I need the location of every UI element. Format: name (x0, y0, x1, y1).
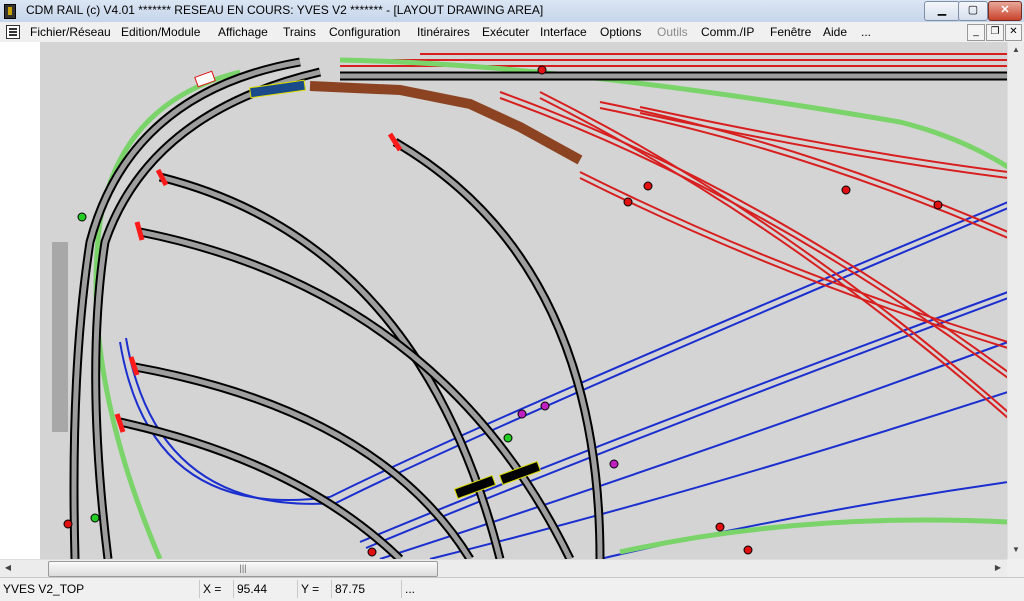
menu-more[interactable]: ... (861, 25, 871, 39)
menu-fenetre[interactable]: Fenêtre (770, 25, 811, 39)
signal-red-2 (623, 197, 633, 207)
close-button[interactable]: ✕ (988, 1, 1022, 21)
horizontal-scrollbar[interactable]: ◀ ||| ▶ (0, 559, 1007, 577)
menu-outils[interactable]: Outils (657, 25, 688, 39)
signal-green-1 (77, 212, 87, 222)
signal-red-8 (367, 547, 377, 557)
menu-trains[interactable]: Trains (283, 25, 316, 39)
menu-itineraires[interactable]: Itinéraires (417, 25, 470, 39)
maximize-button[interactable]: ▢ (958, 1, 988, 21)
signal-green-3 (90, 513, 100, 523)
mdi-close-button[interactable]: ✕ (1005, 24, 1022, 41)
scroll-left-button[interactable]: ◀ (0, 560, 16, 576)
train-5 (52, 242, 68, 432)
signal-red-3 (643, 181, 653, 191)
status-y-value: 87.75 (332, 580, 402, 598)
window-title: CDM RAIL (c) V4.01 ******* RESEAU EN COU… (26, 3, 544, 17)
vertical-scrollbar[interactable]: ▲ ▼ (1007, 42, 1024, 559)
canvas-left-margin (0, 42, 40, 559)
signal-red-4 (841, 185, 851, 195)
horizontal-scroll-thumb[interactable]: ||| (48, 561, 438, 577)
signal-red-7 (743, 545, 753, 555)
menu-edition[interactable]: Edition/Module (121, 25, 200, 39)
scroll-up-button[interactable]: ▲ (1008, 42, 1024, 58)
status-x-label: X = (200, 580, 234, 598)
scroll-right-button[interactable]: ▶ (990, 560, 1006, 576)
menu-aide[interactable]: Aide (823, 25, 847, 39)
title-bar: CDM RAIL (c) V4.01 ******* RESEAU EN COU… (0, 0, 1024, 23)
menu-configuration[interactable]: Configuration (329, 25, 400, 39)
signal-red-5 (933, 200, 943, 210)
signal-red-1 (63, 519, 73, 529)
menu-fichier[interactable]: Fichier/Réseau (30, 25, 111, 39)
menu-affichage[interactable]: Affichage (218, 25, 268, 39)
menu-bar: Fichier/Réseau Edition/Module Affichage … (0, 22, 1024, 43)
status-extra: ... (405, 582, 416, 596)
mdi-restore-button[interactable]: ❐ (986, 24, 1004, 41)
menu-interface[interactable]: Interface (540, 25, 587, 39)
status-layout-name: YVES V2_TOP (0, 580, 200, 598)
menu-comm-ip[interactable]: Comm./IP (701, 25, 754, 39)
mdi-minimize-button[interactable]: _ (967, 24, 985, 41)
signal-green-2 (503, 433, 513, 443)
app-icon[interactable] (4, 4, 16, 19)
signal-purple-2 (540, 401, 550, 411)
status-x-value: 95.44 (234, 580, 298, 598)
minimize-button[interactable]: ▁ (924, 1, 960, 21)
layout-drawing-area[interactable] (0, 42, 1008, 559)
scroll-down-button[interactable]: ▼ (1008, 542, 1024, 558)
status-y-label: Y = (298, 580, 332, 598)
status-bar: YVES V2_TOP X = 95.44 Y = 87.75 ... (0, 577, 1024, 601)
signal-red-9 (537, 65, 547, 75)
signal-red-6 (715, 522, 725, 532)
signal-purple-3 (609, 459, 619, 469)
document-menu-icon[interactable] (6, 25, 20, 39)
menu-executer[interactable]: Exécuter (482, 25, 529, 39)
track-layout-drawing[interactable] (0, 42, 1008, 559)
signal-purple-1 (517, 409, 527, 419)
menu-options[interactable]: Options (600, 25, 641, 39)
